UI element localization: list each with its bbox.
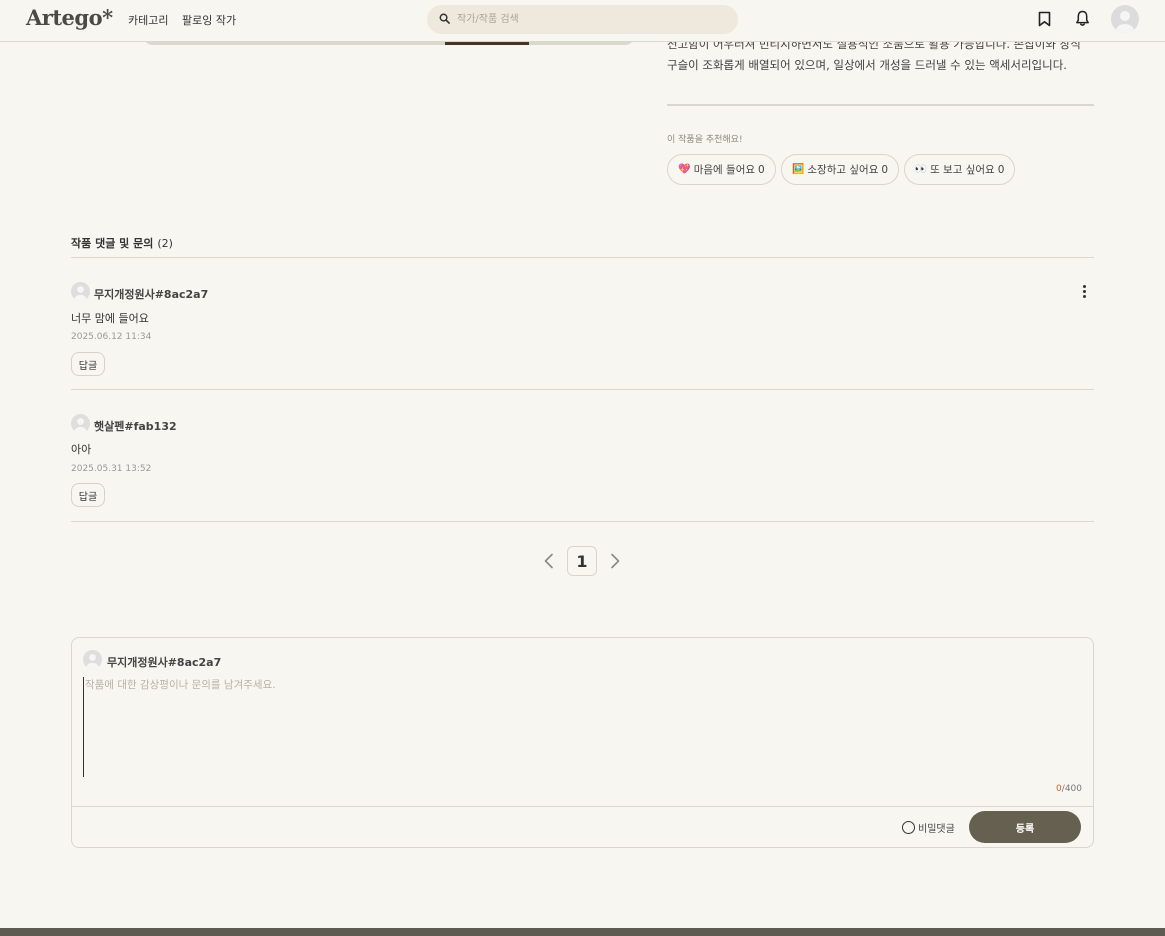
avatar-placeholder-icon: [1116, 11, 1134, 33]
heart-icon: 💖: [678, 164, 691, 175]
comment-date: 2025.06.12 11:34: [71, 332, 152, 342]
more-options-icon[interactable]: [1080, 285, 1088, 299]
char-counter: 0/400: [1056, 784, 1082, 794]
search-bar[interactable]: [427, 5, 738, 34]
comment-textarea[interactable]: [83, 677, 1073, 777]
artwork-image-detail: [445, 42, 529, 45]
avatar-placeholder-icon: [74, 418, 87, 433]
recommend-see-again-button[interactable]: 👀 또 보고 싶어요 0: [904, 154, 1015, 185]
nav-following-artists[interactable]: 팔로잉 작가: [182, 12, 236, 28]
comment-text: 아아: [71, 443, 92, 456]
writer-name: 무지개정원사#8ac2a7: [107, 656, 222, 669]
picture-icon: 🖼️: [791, 164, 805, 175]
chevron-left-icon[interactable]: [543, 553, 555, 569]
comment-avatar[interactable]: [71, 414, 90, 433]
comments-title: 작품 댓글 및 문의 (2): [71, 237, 173, 250]
divider: [71, 389, 1094, 390]
divider: [71, 521, 1094, 522]
avatar-placeholder-icon: [74, 286, 87, 301]
divider: [71, 257, 1094, 258]
recommend-collect-button[interactable]: 🖼️ 소장하고 싶어요 0: [781, 154, 899, 185]
chevron-right-icon[interactable]: [609, 553, 621, 569]
page-number[interactable]: 1: [567, 546, 597, 576]
top-header: Artego* 카테고리 팔로잉 작가: [0, 0, 1165, 42]
comment-write-box: 무지개정원사#8ac2a7 0/400 비밀댓글 등록: [71, 637, 1094, 848]
footer: [0, 928, 1165, 936]
recommend-label: 이 작품을 추천해요!: [667, 135, 743, 145]
logo[interactable]: Artego*: [26, 5, 113, 30]
search-input[interactable]: [457, 10, 717, 29]
submit-button[interactable]: 등록: [969, 811, 1081, 843]
search-icon: [439, 13, 450, 24]
avatar-placeholder-icon: [86, 654, 99, 669]
bookmark-icon[interactable]: [1038, 11, 1051, 27]
reply-button[interactable]: 답글: [71, 352, 105, 376]
reply-button[interactable]: 답글: [71, 483, 105, 507]
divider: [72, 806, 1093, 807]
comment-author[interactable]: 무지개정원사#8ac2a7: [94, 286, 208, 302]
comment-avatar[interactable]: [71, 282, 90, 301]
comment-text: 너무 맘에 들어요: [71, 312, 149, 325]
comment-date: 2025.05.31 13:52: [71, 464, 152, 474]
comment-author[interactable]: 햇살펜#fab132: [94, 418, 177, 434]
bell-icon[interactable]: [1075, 10, 1090, 27]
radio-icon[interactable]: [902, 821, 915, 834]
writer-avatar: [83, 650, 102, 669]
comments-count: (2): [157, 237, 173, 250]
divider: [667, 104, 1094, 106]
nav-category[interactable]: 카테고리: [128, 12, 168, 28]
eyes-icon: 👀: [914, 164, 928, 175]
recommend-like-button[interactable]: 💖 마음에 들어요 0: [667, 154, 776, 185]
secret-comment-toggle[interactable]: 비밀댓글: [902, 820, 955, 835]
user-avatar[interactable]: [1111, 5, 1139, 33]
